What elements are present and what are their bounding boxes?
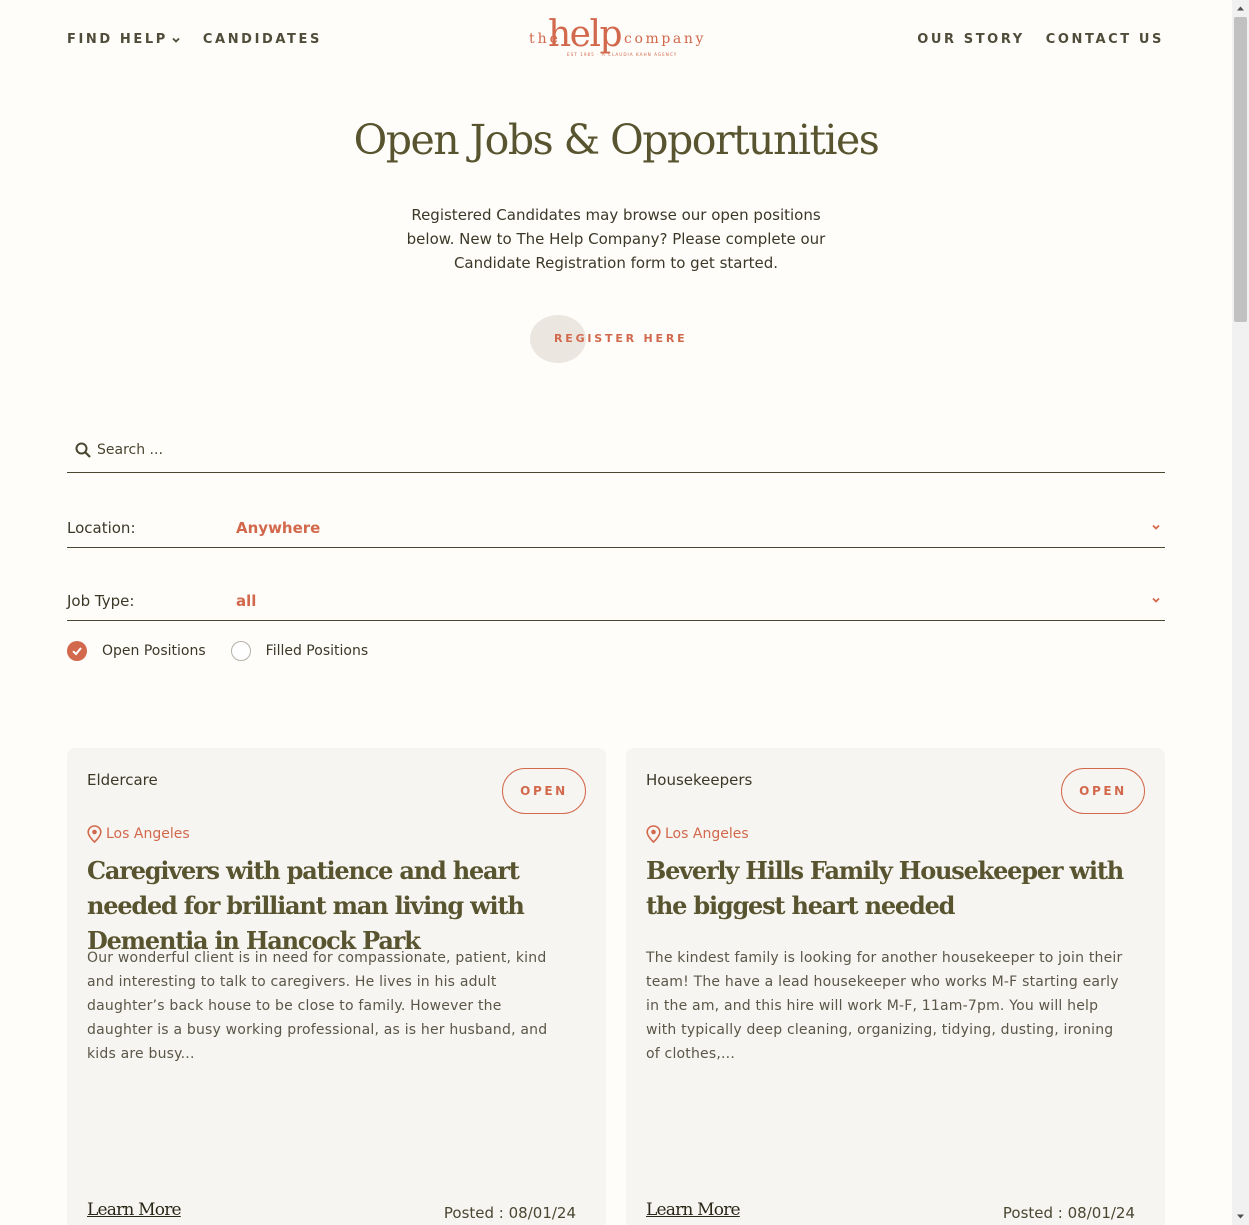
job-location: Los Angeles (646, 825, 749, 843)
posted-date: Posted : 08/01/24 (1002, 1204, 1135, 1222)
hero-intro: Registered Candidates may browse our ope… (406, 206, 826, 272)
job-type-select[interactable]: Job Type: all (67, 581, 1165, 621)
logo-tagline: EST 1985 · A CLAUDIA KAHN AGENCY (567, 52, 677, 57)
scroll-up-arrow-icon[interactable] (1236, 4, 1245, 13)
chevron-down-icon (172, 37, 180, 43)
job-category: Eldercare (87, 771, 158, 789)
map-pin-icon (646, 825, 661, 843)
job-card: Housekeepers OPEN Los Angeles Beverly Hi… (626, 748, 1165, 1225)
check-icon (72, 647, 82, 656)
location-value: Anywhere (236, 518, 321, 537)
nav-candidates[interactable]: CANDIDATES (203, 32, 322, 47)
chevron-down-icon (1152, 524, 1160, 530)
page-title: Open Jobs & Opportunities (353, 116, 880, 164)
scrollbar[interactable] (1232, 0, 1249, 1225)
filled-positions-checkbox[interactable] (230, 641, 251, 661)
status-badge: OPEN (1061, 768, 1145, 814)
open-positions-label[interactable]: Open Positions (102, 643, 206, 659)
job-description: The kindest family is looking for anothe… (646, 950, 1123, 1062)
search-input[interactable] (97, 442, 1097, 458)
location-label: Location: (67, 518, 136, 537)
location-select[interactable]: Location: Anywhere (67, 508, 1165, 548)
job-description: Our wonderful client is in need for comp… (87, 950, 548, 1062)
job-card: Eldercare OPEN Los Angeles Caregivers wi… (67, 748, 606, 1225)
job-location-text: Los Angeles (106, 826, 190, 842)
register-button[interactable]: REGISTER HERE (554, 332, 687, 345)
logo-company: company (624, 31, 706, 47)
job-type-label: Job Type: (67, 591, 135, 610)
job-title[interactable]: Caregivers with patience and heart neede… (87, 853, 592, 958)
company-logo[interactable]: the help company EST 1985 · A CLAUDIA KA… (527, 12, 707, 62)
learn-more-link[interactable]: Learn More (646, 1200, 741, 1220)
learn-more-link[interactable]: Learn More (87, 1200, 182, 1220)
chevron-down-icon (1152, 597, 1160, 603)
logo-help: help (548, 14, 622, 55)
nav-our-story[interactable]: OUR STORY (917, 32, 1025, 47)
filled-positions-label[interactable]: Filled Positions (266, 643, 368, 659)
nav-find-help-label: FIND HELP (67, 32, 168, 47)
page: FIND HELP CANDIDATES the help company ES… (0, 0, 1232, 1225)
job-location: Los Angeles (87, 825, 190, 843)
search-bar (67, 428, 1165, 473)
nav-left: FIND HELP CANDIDATES (67, 32, 322, 47)
nav-right: OUR STORY CONTACT US (917, 32, 1164, 47)
register-cta: REGISTER HERE (530, 315, 700, 363)
job-type-value: all (236, 591, 257, 610)
position-filters: Open Positions Filled Positions (67, 641, 368, 661)
search-icon (75, 442, 91, 458)
scroll-down-arrow-icon[interactable] (1236, 1212, 1245, 1221)
posted-date: Posted : 08/01/24 (443, 1204, 576, 1222)
open-positions-checkbox[interactable] (67, 641, 87, 661)
status-badge: OPEN (502, 768, 586, 814)
job-category: Housekeepers (646, 771, 753, 789)
nav-contact-us[interactable]: CONTACT US (1046, 32, 1164, 47)
map-pin-icon (87, 825, 102, 843)
nav-find-help[interactable]: FIND HELP (67, 32, 181, 47)
job-location-text: Los Angeles (665, 826, 749, 842)
job-title[interactable]: Beverly Hills Family Housekeeper with th… (646, 853, 1151, 923)
scroll-thumb[interactable] (1234, 17, 1247, 322)
